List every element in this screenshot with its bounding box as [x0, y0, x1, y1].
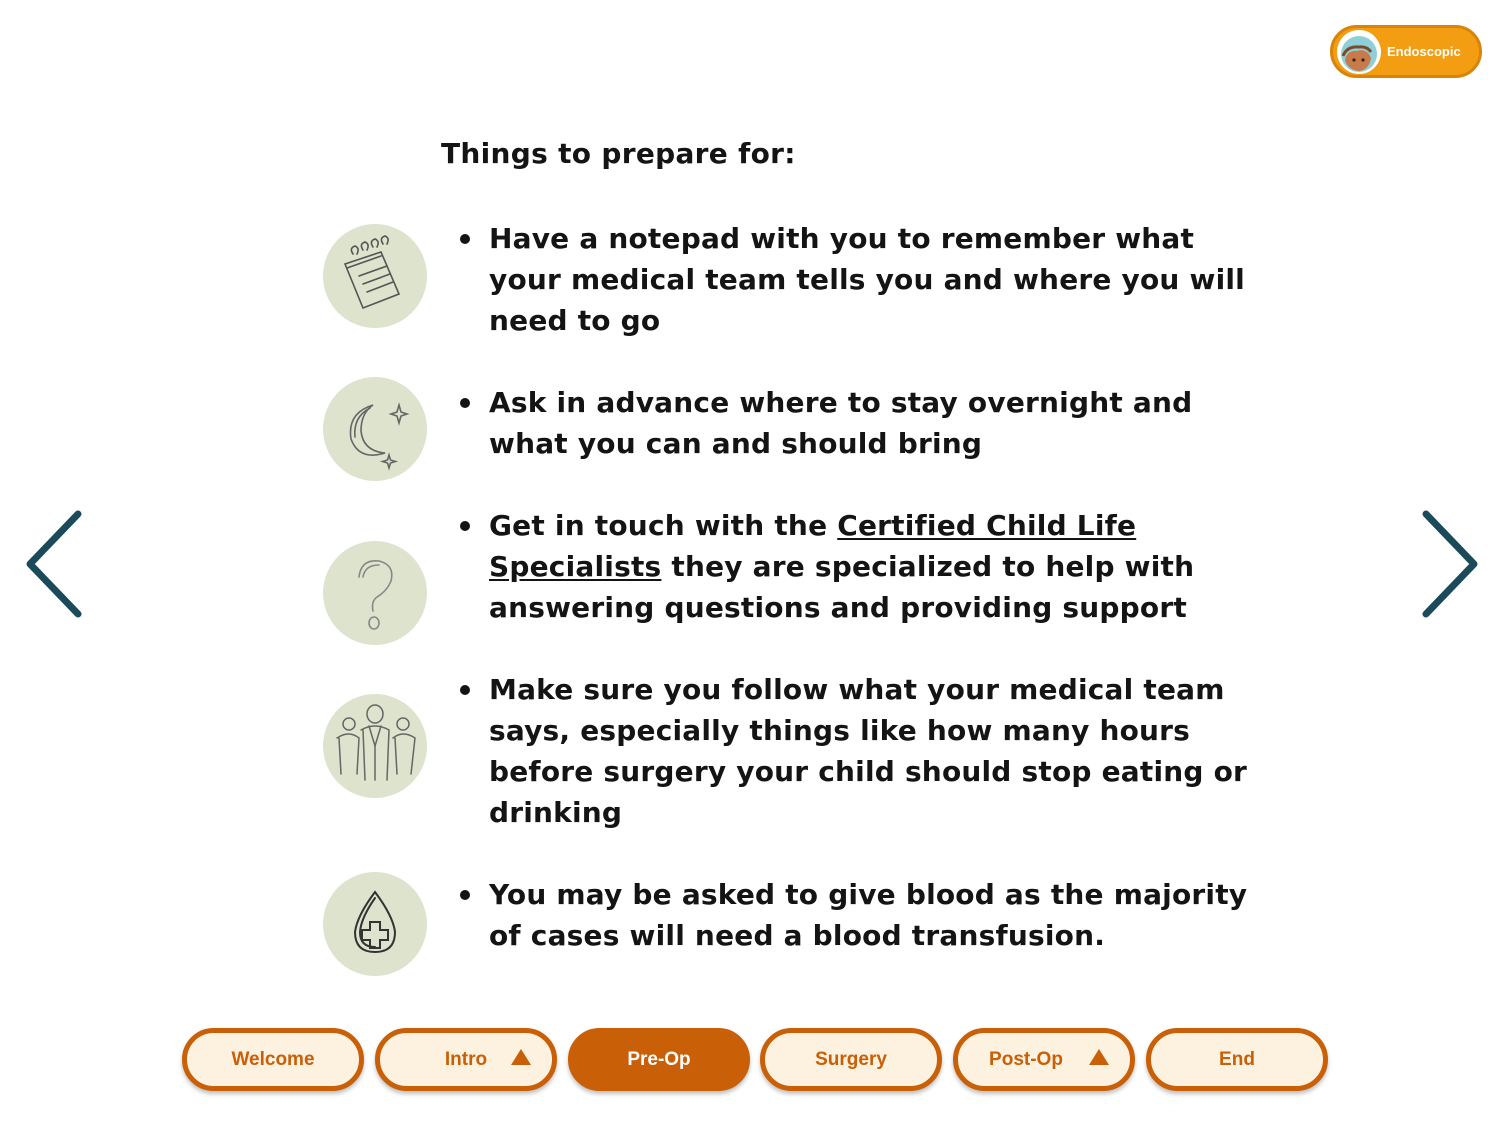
bullet	[460, 890, 470, 900]
tab-pre-op[interactable]: Pre-Op	[568, 1028, 750, 1091]
bullet	[460, 398, 470, 408]
bullet	[460, 521, 470, 531]
moon-stars-icon	[323, 377, 427, 481]
avatar	[1337, 29, 1381, 74]
bullet	[460, 234, 470, 244]
procedure-badge[interactable]: Endoscopic	[1330, 25, 1482, 78]
previous-arrow-icon[interactable]	[20, 508, 90, 620]
notepad-icon	[323, 224, 427, 328]
tab-post-op[interactable]: Post-Op	[953, 1028, 1135, 1091]
list-item: You may be asked to give blood as the ma…	[489, 878, 1248, 952]
list-item: Make sure you follow what your medical t…	[489, 673, 1248, 829]
page-title: Things to prepare for:	[441, 137, 796, 170]
tab-intro[interactable]: Intro	[375, 1028, 557, 1091]
tab-welcome[interactable]: Welcome	[182, 1028, 364, 1091]
triangle-up-icon	[511, 1049, 531, 1065]
triangle-up-icon	[1089, 1049, 1109, 1065]
tab-end[interactable]: End	[1146, 1028, 1328, 1091]
question-mark-icon	[323, 541, 427, 645]
blood-drop-icon	[323, 872, 427, 976]
list-item: Get in touch with the Certified Child Li…	[489, 509, 1195, 624]
next-arrow-icon[interactable]	[1420, 508, 1490, 620]
bullet	[460, 685, 470, 695]
list-item: Ask in advance where to stay overnight a…	[489, 386, 1193, 460]
badge-label: Endoscopic	[1387, 44, 1461, 59]
list-item: Have a notepad with you to remember what…	[489, 222, 1245, 337]
tab-surgery[interactable]: Surgery	[760, 1028, 942, 1091]
medical-team-icon	[323, 694, 427, 798]
